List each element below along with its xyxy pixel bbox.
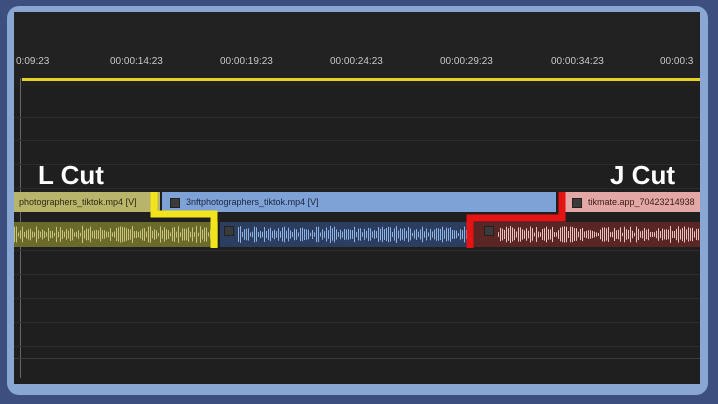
- j-cut-marker: [466, 192, 566, 248]
- timeline-panel: 0:09:23 00:00:14:23 00:00:19:23 00:00:24…: [14, 12, 700, 384]
- j-cut-bracket: [466, 192, 566, 248]
